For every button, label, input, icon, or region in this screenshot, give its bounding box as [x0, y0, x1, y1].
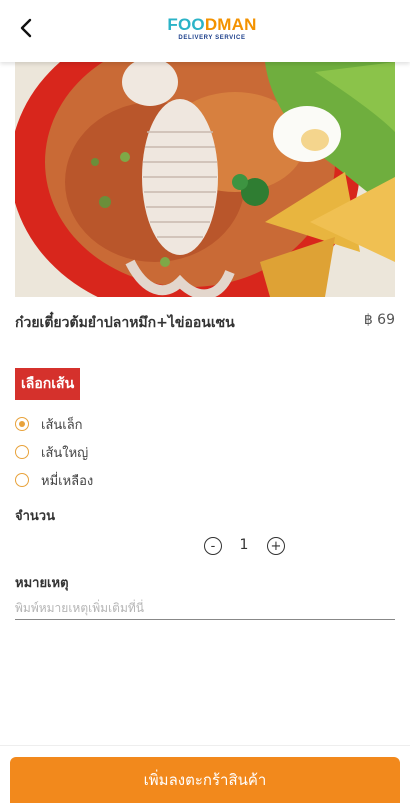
logo-part-2: DMAN	[204, 15, 257, 34]
option-label: เส้นใหญ่	[41, 445, 89, 461]
chevron-left-icon	[20, 18, 32, 38]
quantity-value: 1	[239, 537, 249, 553]
back-button[interactable]	[12, 14, 40, 42]
note-input[interactable]	[15, 597, 395, 620]
option-label: หมี่เหลือง	[41, 473, 94, 489]
radio-checked-icon[interactable]	[15, 417, 29, 431]
add-to-cart-button[interactable]: เพิ่มลงตะกร้าสินค้า	[10, 757, 400, 803]
foodman-logo: FOODMAN DELIVERY SERVICE	[167, 16, 257, 46]
food-illustration	[15, 62, 395, 297]
radio-unchecked-icon[interactable]	[15, 445, 29, 459]
increase-quantity-button[interactable]: +	[267, 537, 285, 555]
option-label: เส้นเล็ก	[41, 417, 83, 433]
noodle-option-big[interactable]: เส้นใหญ่	[15, 440, 88, 464]
radio-unchecked-icon[interactable]	[15, 473, 29, 487]
noodle-section-title: เลือกเส้น	[15, 368, 81, 400]
decrease-quantity-button[interactable]: -	[204, 537, 222, 555]
note-label: หมายเหตุ	[15, 576, 69, 591]
item-price: ฿ 69	[363, 312, 395, 328]
noodle-option-egg-noodle[interactable]: หมี่เหลือง	[15, 468, 93, 492]
logo-wordmark: FOODMAN	[167, 16, 257, 34]
noodle-option-small[interactable]: เส้นเล็ก	[15, 412, 83, 436]
item-name: ก๋วยเตี๋ยวต้มยำปลาหมึก+ไข่ออนเซน	[15, 315, 235, 331]
app-header: FOODMAN DELIVERY SERVICE	[0, 0, 410, 62]
footer-divider	[0, 745, 410, 746]
logo-subtitle: DELIVERY SERVICE	[178, 35, 246, 41]
quantity-label: จำนวน	[15, 509, 55, 524]
food-image	[15, 62, 395, 297]
logo-part-1: FOO	[167, 15, 205, 34]
